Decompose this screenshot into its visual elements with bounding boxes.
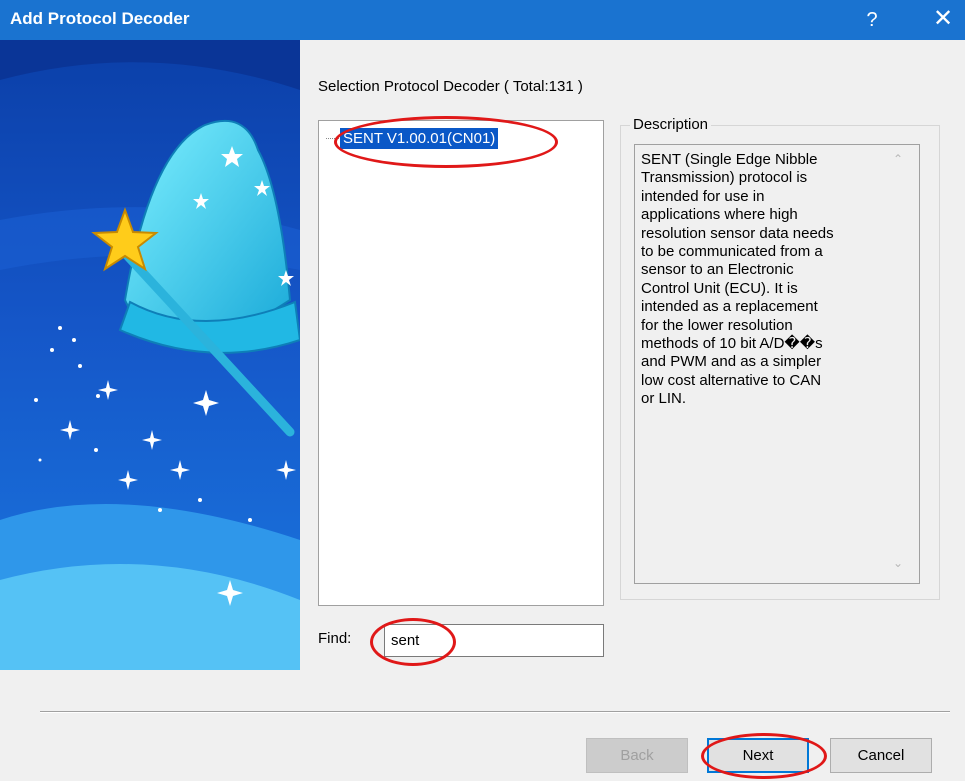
scroll-up-icon[interactable]: ⌃ <box>893 152 903 166</box>
close-button[interactable]: ✕ <box>928 4 958 34</box>
protocol-tree[interactable] <box>318 120 604 606</box>
find-label: Find: <box>318 630 352 647</box>
tree-connector <box>326 138 339 139</box>
find-input[interactable] <box>384 624 604 657</box>
scroll-down-icon[interactable]: ⌄ <box>893 556 903 570</box>
description-legend: Description <box>630 116 712 133</box>
window-title: Add Protocol Decoder <box>10 9 190 28</box>
tree-item-sent[interactable]: SENT V1.00.01(CN01) <box>338 127 500 150</box>
separator <box>40 711 950 713</box>
selection-label: Selection Protocol Decoder ( Total:131 ) <box>318 78 583 95</box>
cancel-button[interactable]: Cancel <box>830 738 932 773</box>
next-button[interactable]: Next <box>707 738 809 773</box>
back-button[interactable]: Back <box>586 738 688 773</box>
description-text: SENT (Single Edge Nibble Transmission) p… <box>641 151 834 408</box>
title-bar: Add Protocol Decoder ? ✕ <box>0 0 965 40</box>
wizard-illustration <box>0 40 300 670</box>
help-button[interactable]: ? <box>858 6 886 34</box>
